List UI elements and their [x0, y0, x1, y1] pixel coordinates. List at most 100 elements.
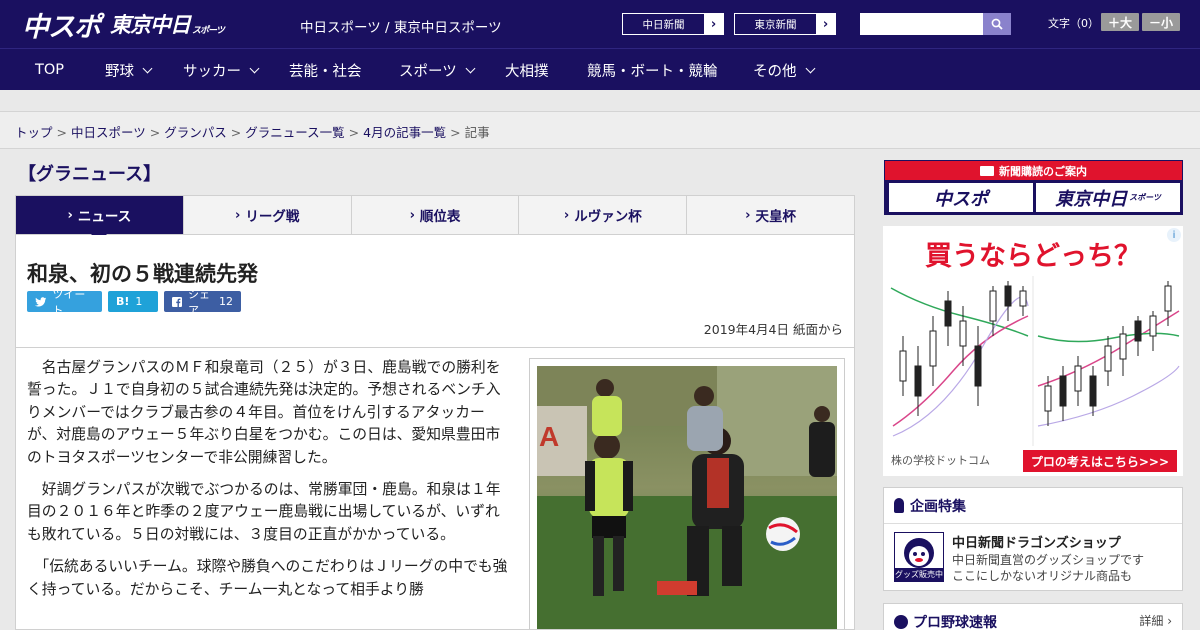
- breadcrumb-link-chunichi-sports[interactable]: 中日スポーツ: [71, 125, 146, 140]
- chevron-right-icon: ›: [409, 207, 415, 223]
- subscribe-banner: 新聞購読のご案内 中スポ 東京中日 スポーツ: [884, 160, 1183, 215]
- tab-standings[interactable]: › 順位表: [352, 196, 520, 234]
- hatena-icon: B!: [116, 295, 130, 308]
- feature-heading-text: 企画特集: [910, 498, 966, 515]
- nav-item-baseball[interactable]: 野球: [105, 49, 153, 91]
- font-bigger-button[interactable]: ＋大: [1101, 13, 1139, 31]
- tab-levain-cup[interactable]: › ルヴァン杯: [519, 196, 688, 234]
- tab-news[interactable]: › ニュース: [16, 196, 184, 242]
- nav-label: スポーツ: [399, 63, 457, 80]
- nav-item-sports[interactable]: スポーツ: [399, 49, 476, 91]
- nav-label: 競馬・ボート・競輪: [587, 63, 718, 80]
- tab-label: ルヴァン杯: [574, 209, 642, 225]
- article-text: 名古屋グランパスのＭＦ和泉竜司（２５）が３日、鹿島戦での勝利を誓った。Ｊ１で自身…: [27, 357, 509, 611]
- search-icon: [991, 18, 1003, 30]
- chevron-right-icon: ›: [745, 207, 751, 223]
- chevron-down-icon: [805, 63, 815, 73]
- dragons-shop-link[interactable]: 中日新聞ドラゴンズショップ: [952, 532, 1121, 551]
- nav-item-racing[interactable]: 競馬・ボート・競輪: [587, 49, 718, 91]
- article-paragraph: 名古屋グランパスのＭＦ和泉竜司（２５）が３日、鹿島戦での勝利を誓った。Ｊ１で自身…: [27, 359, 501, 466]
- ad-info-icon[interactable]: i: [1167, 228, 1181, 242]
- tokyo-chunichi-logo-text: 東京中日: [110, 13, 191, 37]
- breadcrumb-bar: トップ > 中日スポーツ > グランパス > グラニュース一覧 >4月の記事一覧 > 記事: [0, 112, 1200, 149]
- dragons-mascot-image: [904, 538, 934, 568]
- breadcrumb-separator: >: [149, 125, 161, 140]
- feature-heading: 企画特集: [884, 488, 1182, 524]
- chevron-right-icon: ›: [235, 207, 241, 223]
- subscribe-tokyo-sub: スポーツ: [1129, 193, 1161, 202]
- site-title: 中日スポーツ / 東京中日スポーツ: [300, 20, 502, 36]
- dragons-shop-thumbnail[interactable]: グッズ販売中: [894, 532, 944, 582]
- pro-baseball-details-link[interactable]: 詳細 ›: [1139, 612, 1172, 629]
- search-input[interactable]: [860, 13, 983, 35]
- nav-label: 大相撲: [505, 63, 549, 80]
- hatena-count: 1: [135, 295, 143, 308]
- breadcrumb-link-grampus[interactable]: グランパス: [164, 125, 227, 140]
- facebook-share-label: シェア: [188, 287, 210, 317]
- pro-baseball-box: プロ野球速報 詳細 ›: [883, 603, 1183, 630]
- nav-item-other[interactable]: その他: [753, 49, 815, 91]
- tab-label: リーグ戦: [245, 209, 300, 225]
- stock-school-ad[interactable]: 買うならどっち？ i 株の学校ドットコム プロの考えはこちら>>>: [883, 226, 1183, 476]
- ad-headline: 買うならどっち？: [925, 241, 1141, 272]
- chunichi-shimbun-label: 中日新聞: [642, 18, 685, 31]
- tokyo-chunichi-logo[interactable]: 東京中日 スポーツ: [110, 7, 225, 41]
- subscribe-banner-title: 新聞購読のご案内: [885, 161, 1182, 180]
- candlestick-illustration: [883, 276, 1183, 446]
- article-headline: 和泉、初の５戦連続先発: [27, 262, 258, 286]
- breadcrumb-link-top[interactable]: トップ: [15, 125, 53, 140]
- breadcrumb-separator: >: [450, 125, 461, 140]
- nav-item-soccer[interactable]: サッカー: [183, 49, 260, 91]
- chunichi-shimbun-link[interactable]: 中日新聞 ›: [622, 13, 724, 35]
- pro-baseball-heading-text: プロ野球速報: [913, 615, 997, 630]
- tokyo-chunichi-logo-sub: スポーツ: [192, 26, 225, 36]
- font-smaller-button[interactable]: －小: [1142, 13, 1180, 31]
- subscribe-tokyo-chunichi-button[interactable]: 東京中日 スポーツ: [1036, 183, 1180, 212]
- medal-icon: [894, 498, 904, 513]
- chevron-down-icon: [142, 63, 153, 73]
- chevron-down-icon: [465, 63, 476, 73]
- subscribe-chunichi-sports-button[interactable]: 中スポ: [889, 183, 1033, 212]
- ad-cta-button[interactable]: プロの考えはこちら>>>: [1022, 450, 1177, 472]
- main-nav: TOP 野球 サッカー 芸能・社会 スポーツ 大相撲 競馬・ボート・競輪 その他: [0, 48, 1200, 90]
- tweet-label: ツイート: [52, 287, 86, 317]
- feature-box: 企画特集 グッズ販売中 中日新聞ドラゴンズショップ 中日新聞直営のグッズショップ…: [883, 487, 1183, 591]
- facebook-share-count: 12: [219, 295, 233, 308]
- nav-item-sumo[interactable]: 大相撲: [505, 49, 549, 91]
- newspaper-icon: [980, 165, 994, 176]
- chunichi-sports-logo[interactable]: 中スポ: [22, 7, 101, 43]
- breadcrumb-separator: >: [348, 125, 360, 140]
- section-heading: 【グラニュース】: [18, 164, 162, 185]
- tokyo-shimbun-link[interactable]: 東京新聞 ›: [734, 13, 836, 35]
- dragons-shop-desc-line: ここにしかないオリジナル商品も: [952, 569, 1133, 583]
- article-photo[interactable]: A: [537, 366, 837, 629]
- tab-league[interactable]: › リーグ戦: [184, 196, 352, 234]
- breadcrumb-link-gra-news-list[interactable]: グラニュース一覧: [245, 125, 344, 140]
- tweet-button[interactable]: ツイート: [27, 288, 102, 317]
- breadcrumb: トップ > 中日スポーツ > グランパス > グラニュース一覧 >4月の記事一覧 > 記事: [15, 122, 490, 141]
- dragons-shop-description: 中日新聞直営のグッズショップです ここにしかないオリジナル商品も: [952, 552, 1144, 584]
- tab-label: 天皇杯: [755, 209, 797, 225]
- nav-label: TOP: [35, 62, 65, 78]
- facebook-share-button[interactable]: シェア 12: [164, 288, 241, 317]
- hatena-bookmark-button[interactable]: B! 1: [108, 291, 158, 312]
- search-button[interactable]: [983, 13, 1011, 35]
- font-size-label: 文字（0）: [1048, 17, 1099, 30]
- ad-footer: 株の学校ドットコム プロの考えはこちら>>>: [883, 446, 1183, 476]
- nav-label: 野球: [105, 63, 134, 80]
- tab-emperors-cup[interactable]: › 天皇杯: [687, 196, 854, 234]
- chevron-right-icon: ›: [816, 14, 835, 34]
- nav-item-entertainment[interactable]: 芸能・社会: [289, 49, 362, 91]
- article-dateline: 2019年4月4日 紙面から: [703, 322, 843, 337]
- ad-sponsor-logo: 株の学校ドットコム: [891, 454, 990, 467]
- breadcrumb-separator: >: [230, 125, 242, 140]
- baseball-icon: [894, 615, 908, 629]
- nav-item-top[interactable]: TOP: [35, 49, 64, 91]
- tokyo-shimbun-label: 東京新聞: [754, 18, 797, 31]
- breadcrumb-link-april-articles[interactable]: 4月の記事一覧: [363, 125, 446, 140]
- article-body: 名古屋グランパスのＭＦ和泉竜司（２５）が３日、鹿島戦での勝利を誓った。Ｊ１で自身…: [15, 348, 855, 630]
- dragons-shop-desc-line: 中日新聞直営のグッズショップです: [952, 553, 1145, 567]
- twitter-icon: [35, 296, 47, 307]
- chevron-right-icon: ›: [704, 14, 723, 34]
- tab-label: 順位表: [419, 209, 461, 225]
